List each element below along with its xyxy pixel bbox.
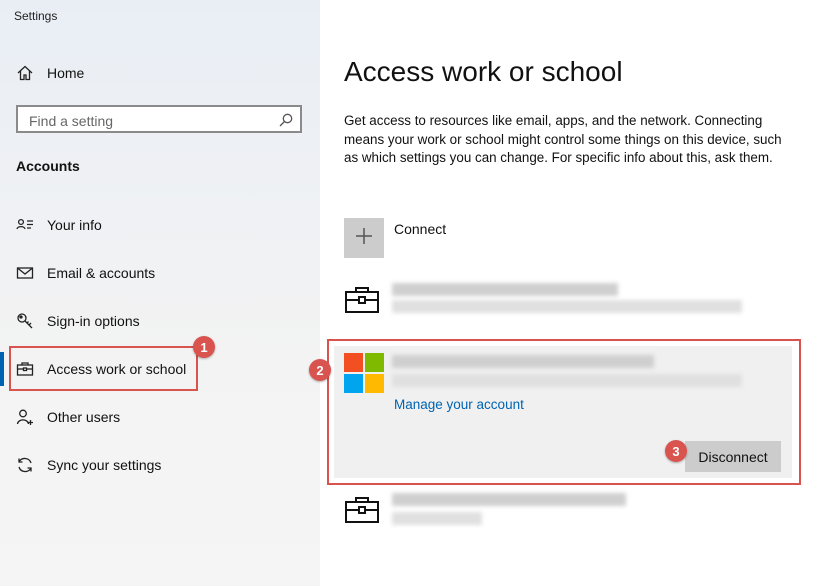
- app-title: Settings: [14, 9, 58, 23]
- mail-icon: [16, 264, 34, 282]
- search-icon[interactable]: [278, 112, 294, 128]
- section-label-accounts: Accounts: [16, 158, 80, 174]
- blurred-account-name[interactable]: [392, 283, 618, 296]
- person-add-icon: [16, 408, 34, 426]
- blurred-account-detail[interactable]: [392, 300, 742, 313]
- blurred-account-detail[interactable]: [392, 512, 482, 525]
- search-box[interactable]: [16, 105, 302, 133]
- sidebar: Settings Home Accounts Your info Email &…: [0, 0, 320, 586]
- page-description: Get access to resources like email, apps…: [344, 113, 782, 165]
- sidebar-item-label: Sync your settings: [47, 457, 162, 473]
- home-icon: [16, 64, 34, 82]
- sidebar-item-label: Your info: [47, 217, 102, 233]
- blurred-account-name[interactable]: [392, 493, 626, 506]
- highlight-box-sidebar: [9, 346, 198, 391]
- sidebar-item-email-accounts[interactable]: Email & accounts: [0, 257, 320, 289]
- briefcase-icon: [344, 285, 380, 315]
- sidebar-item-home[interactable]: Home: [0, 57, 320, 89]
- sidebar-item-sync-settings[interactable]: Sync your settings: [0, 449, 320, 481]
- key-icon: [16, 312, 34, 330]
- highlight-box-account: [327, 339, 801, 485]
- sidebar-item-other-users[interactable]: Other users: [0, 401, 320, 433]
- sidebar-item-label: Email & accounts: [47, 265, 156, 281]
- sidebar-item-label: Other users: [47, 409, 121, 425]
- annotation-badge-3: 3: [665, 440, 687, 462]
- annotation-badge-2: 2: [309, 359, 331, 381]
- sidebar-item-sign-in-options[interactable]: Sign-in options: [0, 305, 320, 337]
- page-title: Access work or school: [344, 56, 623, 87]
- annotation-badge-1: 1: [193, 336, 215, 358]
- connect-label[interactable]: Connect: [394, 221, 446, 237]
- search-input[interactable]: [27, 111, 271, 131]
- briefcase-icon: [344, 495, 380, 525]
- sidebar-item-label: Sign-in options: [47, 313, 140, 329]
- sidebar-item-your-info[interactable]: Your info: [0, 209, 320, 241]
- person-card-icon: [16, 216, 34, 234]
- plus-icon: [355, 227, 373, 250]
- sync-icon: [16, 456, 34, 474]
- sidebar-item-label: Home: [47, 65, 85, 81]
- connect-button[interactable]: [344, 218, 384, 258]
